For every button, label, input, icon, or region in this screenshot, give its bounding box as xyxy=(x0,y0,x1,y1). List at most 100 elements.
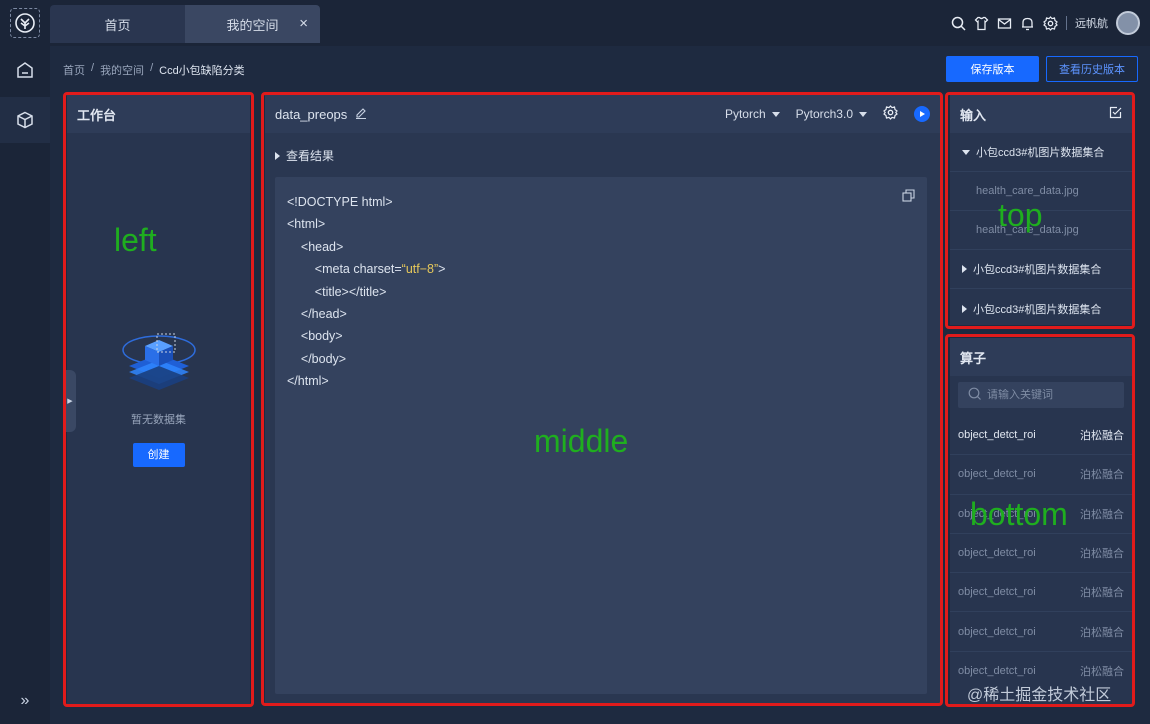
operator-row[interactable]: object_detct_roi 泊松融合 xyxy=(950,455,1132,495)
shirt-icon[interactable] xyxy=(974,16,989,31)
code-line: <html> xyxy=(287,217,326,232)
tab-home[interactable]: 首页 xyxy=(50,5,185,43)
close-tab-icon[interactable]: × xyxy=(299,15,308,32)
version-select[interactable]: Pytorch3.0 xyxy=(796,107,867,121)
code-line: <meta charset= xyxy=(314,262,402,277)
edit-icon[interactable] xyxy=(355,107,367,122)
dataset-group-3[interactable]: 小包ccd3#机图片数据集合 xyxy=(950,289,1132,328)
operator-name: object_detct_roi xyxy=(958,665,1036,678)
app-logo-icon[interactable] xyxy=(10,8,40,38)
annotation-label-top: top xyxy=(998,197,1043,233)
divider xyxy=(1066,16,1067,30)
operator-desc: 泊松融合 xyxy=(1080,626,1124,639)
operator-row[interactable]: object_detct_roi 泊松融合 xyxy=(950,534,1132,574)
code-line-end: > xyxy=(438,262,446,277)
caret-down-icon xyxy=(962,149,970,155)
framework-select[interactable]: Pytorch xyxy=(725,107,780,121)
cube-nav-icon[interactable] xyxy=(0,97,50,143)
editor-controls: Pytorch Pytorch3.0 xyxy=(725,105,930,123)
dataset-group-label: 小包ccd3#机图片数据集合 xyxy=(973,303,1102,316)
operator-desc: 泊松融合 xyxy=(1080,587,1124,600)
operator-name: object_detct_roi xyxy=(958,429,1036,442)
dataset-group-2[interactable]: 小包ccd3#机图片数据集合 xyxy=(950,250,1132,289)
code-line: <title></title> xyxy=(314,284,387,299)
view-results-label: 查看结果 xyxy=(286,149,335,163)
empty-dataset-text: 暂无数据集 xyxy=(131,414,186,426)
annotation-label-bottom: bottom xyxy=(970,496,1068,532)
avatar[interactable] xyxy=(1116,11,1140,35)
operator-name: object_detct_roi xyxy=(958,625,1036,638)
framework-value: Pytorch xyxy=(724,107,766,121)
empty-state: 暂无数据集 创建 xyxy=(67,320,250,467)
gear-icon[interactable] xyxy=(1043,15,1058,31)
breadcrumb-current: Ccd小包缺陷分类 xyxy=(159,65,245,77)
dataset-group-label: 小包ccd3#机图片数据集合 xyxy=(973,264,1102,276)
operator-name: object_detct_roi xyxy=(958,586,1036,599)
workbench-title: 工作台 xyxy=(67,95,250,133)
code-line: <head> xyxy=(300,239,344,254)
chevron-down-icon xyxy=(771,112,780,118)
home-nav-icon[interactable] xyxy=(0,47,50,93)
breadcrumb: 首页 / 我的空间 / Ccd小包缺陷分类 xyxy=(63,62,245,78)
copy-icon[interactable] xyxy=(902,189,915,205)
code-line: </html> xyxy=(287,374,329,389)
version-value: Pytorch3.0 xyxy=(795,107,853,121)
editor-header: data_preops Pytorch Pytorch3.0 xyxy=(265,95,940,133)
tab-label: 我的空间 xyxy=(226,17,279,33)
top-bar: 首页 我的空间 × 远帆航 xyxy=(50,0,1150,46)
watermark: @稀土掘金技术社区 xyxy=(967,687,1112,704)
operator-desc: 泊松融合 xyxy=(1080,508,1124,521)
code-line: <body> xyxy=(300,329,343,344)
operator-desc: 泊松融合 xyxy=(1080,430,1124,443)
tab-label: 首页 xyxy=(104,17,131,33)
operator-name: object_detct_roi xyxy=(958,547,1036,560)
breadcrumb-separator: / xyxy=(91,62,95,74)
search-icon[interactable] xyxy=(951,16,966,31)
view-history-button[interactable]: 查看历史版本 xyxy=(1046,56,1138,82)
annotation-label-left: left xyxy=(114,222,157,258)
run-play-icon[interactable] xyxy=(914,106,930,122)
left-rail: » xyxy=(0,0,50,724)
operator-name: object_detct_roi xyxy=(958,468,1036,481)
operator-row[interactable]: object_detct_roi 泊松融合 xyxy=(950,416,1132,456)
operator-search xyxy=(958,382,1124,408)
view-results-toggle[interactable]: 查看结果 xyxy=(275,147,334,164)
caret-right-icon xyxy=(275,151,280,160)
operator-desc: 泊松融合 xyxy=(1080,548,1124,561)
operator-row[interactable]: object_detct_roi 泊松融合 xyxy=(950,612,1132,652)
empty-dataset-illustration-icon xyxy=(121,333,196,390)
username[interactable]: 远帆航 xyxy=(1075,15,1108,31)
editor-panel: data_preops Pytorch Pytorch3.0 查看结果 <!DO… xyxy=(265,95,940,704)
code-string: “utf−8” xyxy=(401,262,439,277)
mail-icon[interactable] xyxy=(997,16,1012,31)
collapse-panel-handle[interactable]: ▶ xyxy=(64,370,76,432)
breadcrumb-home[interactable]: 首页 xyxy=(63,62,85,78)
create-button[interactable]: 创建 xyxy=(132,443,185,467)
input-panel-title: 输入 xyxy=(960,107,987,123)
caret-right-icon xyxy=(962,265,967,273)
operator-row[interactable]: object_detct_roi 泊松融合 xyxy=(950,573,1132,613)
tab-my-space[interactable]: 我的空间 × xyxy=(185,5,320,43)
breadcrumb-space[interactable]: 我的空间 xyxy=(100,62,144,78)
bell-icon[interactable] xyxy=(1020,16,1035,31)
breadcrumb-separator: / xyxy=(150,62,154,74)
top-icons: 远帆航 xyxy=(951,0,1140,46)
dataset-group-label: 小包ccd3#机图片数据集合 xyxy=(976,147,1105,159)
code-content: <!DOCTYPE html> <html> <head> <meta char… xyxy=(287,191,445,393)
dataset-group-1[interactable]: 小包ccd3#机图片数据集合 xyxy=(950,133,1132,172)
settings-gear-icon[interactable] xyxy=(883,105,898,123)
code-line: <!DOCTYPE html> xyxy=(287,195,393,209)
code-line: </head> xyxy=(300,307,347,322)
annotation-label-middle: middle xyxy=(534,423,629,459)
code-line: </body> xyxy=(300,351,347,366)
expand-rail-icon[interactable]: » xyxy=(0,692,50,710)
caret-right-icon xyxy=(962,304,967,313)
operator-desc: 泊松融合 xyxy=(1080,666,1124,679)
input-panel-header: 输入 xyxy=(950,95,1132,133)
notebook-name: data_preops xyxy=(275,106,348,122)
save-version-button[interactable]: 保存版本 xyxy=(946,56,1039,82)
operator-desc: 泊松融合 xyxy=(1080,469,1124,482)
checklist-icon[interactable] xyxy=(1109,106,1122,122)
chevron-down-icon xyxy=(859,112,867,118)
operator-search-input[interactable] xyxy=(987,389,1117,401)
